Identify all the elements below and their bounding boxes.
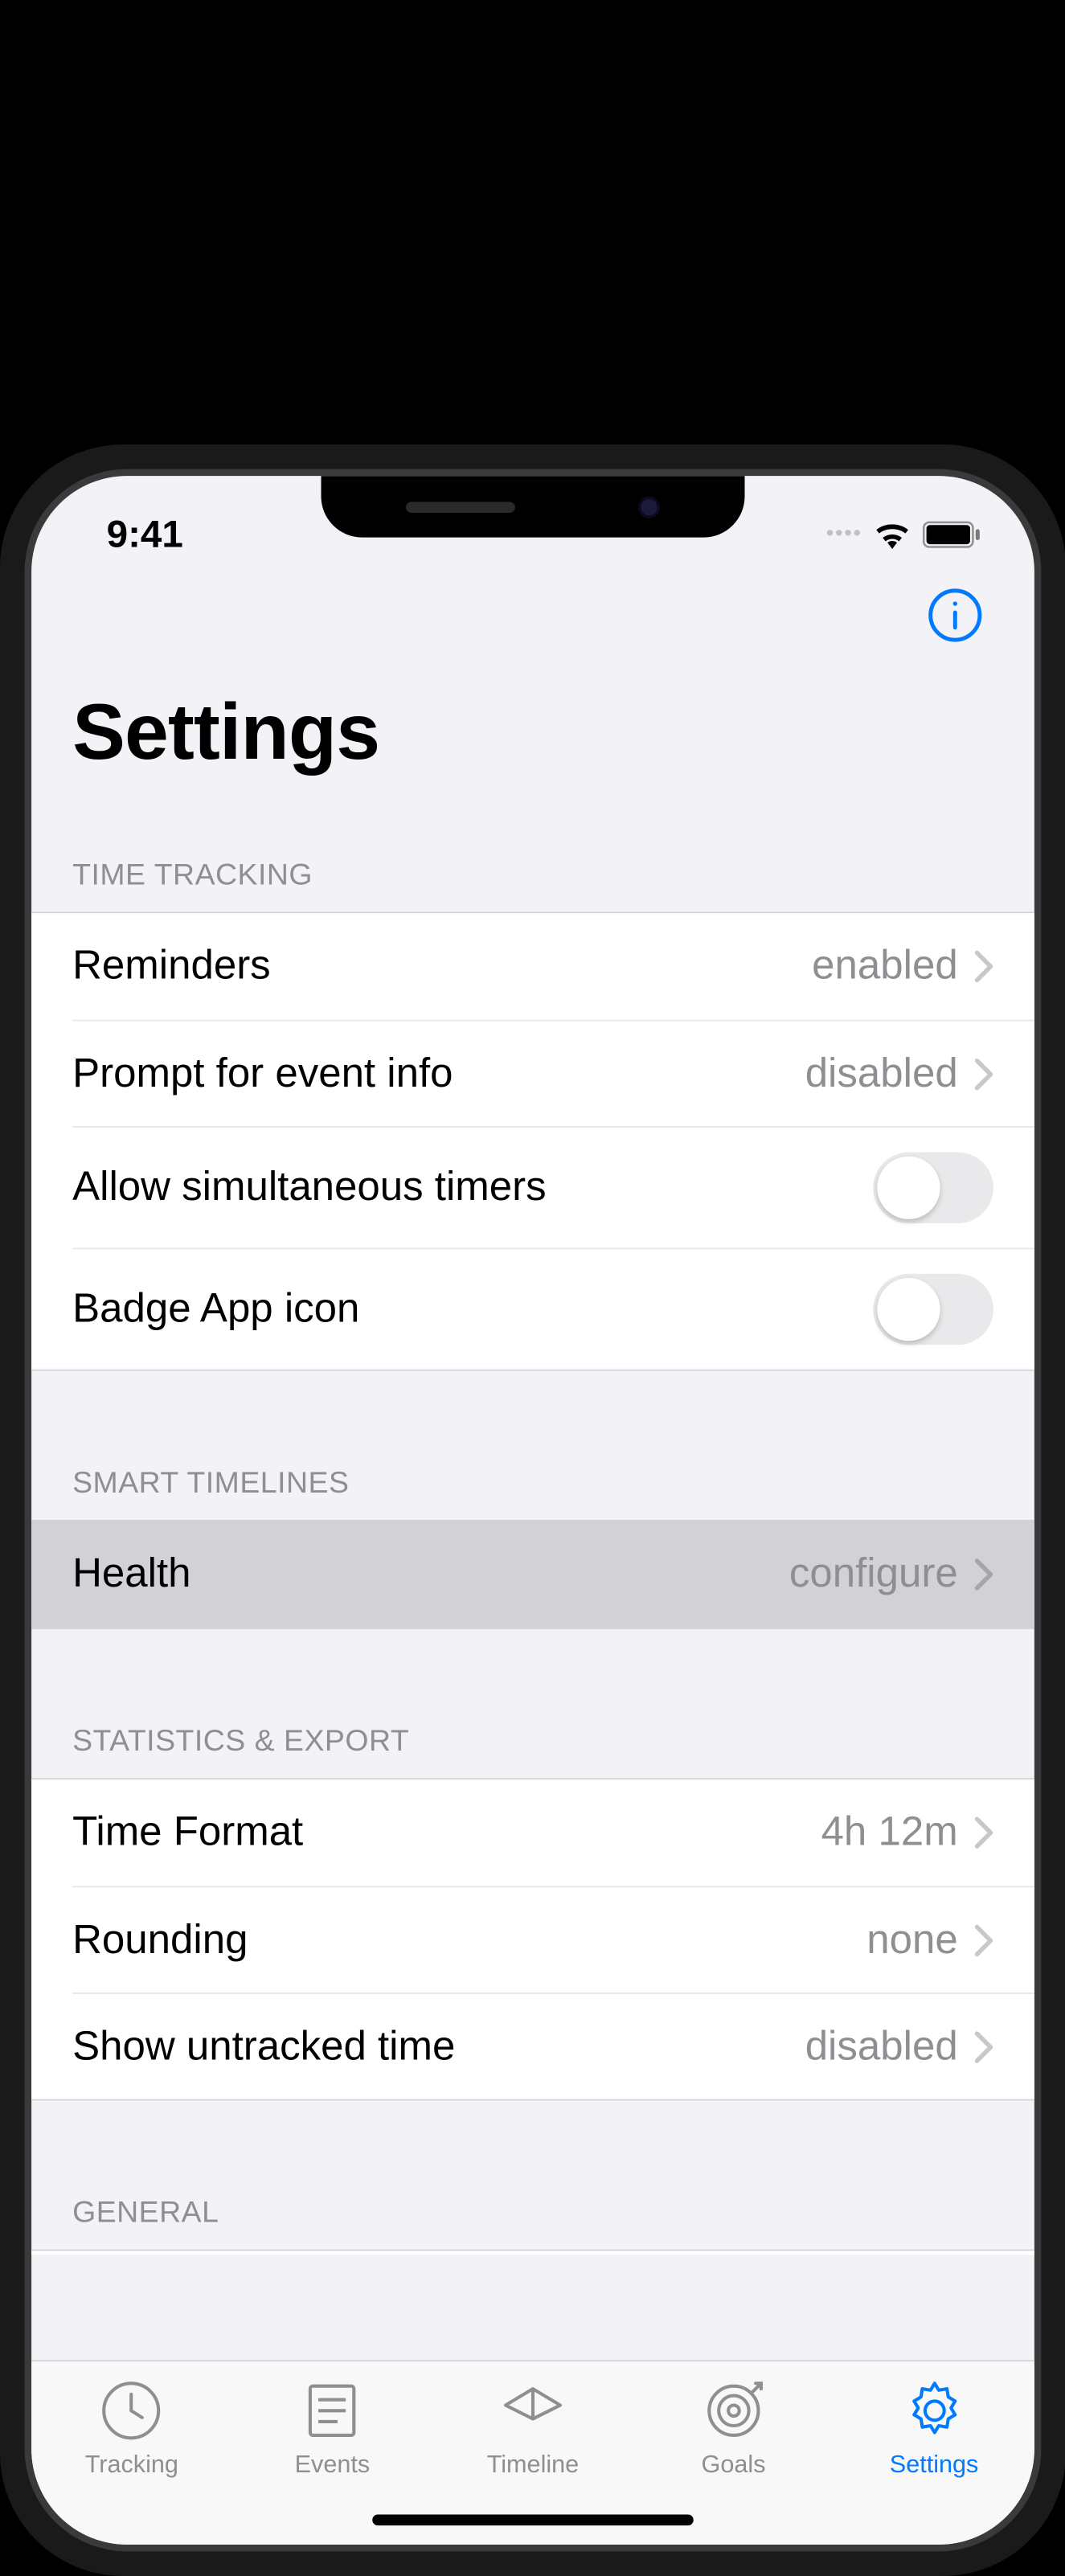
- tab-tracking[interactable]: Tracking: [56, 2378, 207, 2480]
- row-reminders[interactable]: Reminders enabled: [31, 913, 1034, 1020]
- row-value: enabled: [812, 944, 958, 990]
- row-time-format[interactable]: Time Format 4h 12m: [31, 1779, 1034, 1886]
- row-simultaneous-timers: Allow simultaneous timers: [72, 1126, 1034, 1247]
- row-health[interactable]: Health configure: [31, 1521, 1034, 1628]
- screen: 9:41 ••••: [31, 476, 1034, 2545]
- tab-goals[interactable]: Goals: [658, 2378, 809, 2480]
- row-label: Time Format: [72, 1809, 303, 1856]
- tab-label: Tracking: [84, 2451, 178, 2480]
- chevron-right-icon: [974, 1558, 993, 1591]
- signal-dots-icon: ••••: [825, 522, 862, 547]
- chevron-right-icon: [974, 1057, 993, 1090]
- settings-content: TIME TRACKING Reminders enabled Prompt f…: [31, 794, 1034, 2255]
- home-indicator[interactable]: [372, 2515, 694, 2526]
- target-icon: [700, 2378, 766, 2444]
- chevron-right-icon: [974, 950, 993, 983]
- tab-label: Settings: [889, 2451, 978, 2480]
- row-value: 4h 12m: [821, 1809, 957, 1856]
- row-label: Health: [72, 1551, 190, 1598]
- row-label: Allow simultaneous timers: [72, 1165, 547, 1211]
- section-header-general: GENERAL: [31, 2176, 1034, 2250]
- clock-icon: [99, 2378, 165, 2444]
- row-label: Reminders: [72, 944, 271, 990]
- row-value: none: [866, 1917, 957, 1964]
- timeline-icon: [500, 2378, 566, 2444]
- row-value: disabled: [805, 1050, 957, 1097]
- tab-label: Goals: [701, 2451, 765, 2480]
- row-prompt-event-info[interactable]: Prompt for event info disabled: [72, 1020, 1034, 1127]
- battery-icon: [922, 520, 979, 547]
- tab-label: Events: [294, 2451, 370, 2480]
- row-label: Show untracked time: [72, 2023, 455, 2070]
- row-untracked-time[interactable]: Show untracked time disabled: [72, 1992, 1034, 2099]
- toggle-badge-app-icon[interactable]: [873, 1274, 993, 1345]
- row-label: Badge App icon: [72, 1286, 359, 1333]
- gear-icon: [901, 2378, 967, 2444]
- group-smart-timelines: Health configure: [31, 1520, 1034, 1629]
- tab-settings[interactable]: Settings: [858, 2378, 1009, 2480]
- section-header-time-tracking: TIME TRACKING: [31, 838, 1034, 912]
- section-header-smart-timelines: SMART TIMELINES: [31, 1446, 1034, 1520]
- status-time: 9:41: [86, 512, 183, 555]
- tab-timeline[interactable]: Timeline: [457, 2378, 608, 2480]
- chevron-right-icon: [974, 1816, 993, 1849]
- wifi-icon: [873, 519, 911, 549]
- row-rounding[interactable]: Rounding none: [72, 1886, 1034, 1993]
- toggle-simultaneous-timers[interactable]: [873, 1153, 993, 1223]
- row-label: Rounding: [72, 1917, 248, 1964]
- row-badge-app-icon: Badge App icon: [72, 1248, 1034, 1370]
- row-value: disabled: [805, 2023, 957, 2070]
- tab-events[interactable]: Events: [256, 2378, 407, 2480]
- chevron-right-icon: [974, 1923, 993, 1956]
- tab-label: Timeline: [486, 2451, 579, 2480]
- group-general: [31, 2250, 1034, 2255]
- section-header-stats-export: STATISTICS & EXPORT: [31, 1704, 1034, 1778]
- list-icon: [299, 2378, 365, 2444]
- chevron-right-icon: [974, 2030, 993, 2063]
- page-title: Settings: [72, 686, 993, 778]
- info-button[interactable]: [924, 585, 985, 645]
- group-time-tracking: Reminders enabled Prompt for event info …: [31, 911, 1034, 1370]
- header-area: Settings: [31, 571, 1034, 794]
- group-stats-export: Time Format 4h 12m Rounding none: [31, 1778, 1034, 2100]
- device-frame: 9:41 ••••: [0, 444, 1065, 2576]
- notch: [321, 476, 744, 538]
- row-label: Prompt for event info: [72, 1050, 453, 1097]
- row-value: configure: [789, 1551, 957, 1598]
